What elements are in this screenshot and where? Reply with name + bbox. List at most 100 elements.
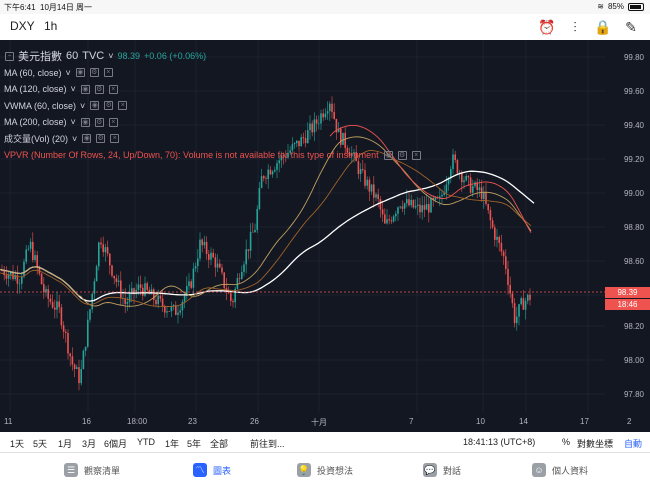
interval-button[interactable]: 1h — [44, 19, 57, 33]
symbol-button[interactable]: DXY — [10, 19, 35, 33]
goto-button[interactable]: 前往到... — [250, 437, 285, 450]
eye-icon[interactable]: ◉ — [90, 101, 100, 111]
settings-icon[interactable]: ⚙ — [94, 117, 104, 127]
tab-ideas[interactable]: 💡 投資想法 — [297, 463, 353, 477]
candle-body — [139, 284, 142, 288]
range-5d[interactable]: 5天 — [33, 437, 47, 450]
log-toggle[interactable]: 對數坐標 — [577, 437, 613, 450]
candle-body — [106, 247, 109, 254]
indicator-row[interactable]: MA (200, close) ˅ ◉ ⚙ × — [4, 114, 421, 131]
candle-body — [115, 278, 118, 282]
chart-area[interactable]: − 美元指數 60 TVC ˅ 98.39 +0.06 (+0.06%) MA … — [0, 40, 650, 432]
range-1y[interactable]: 1年 — [165, 437, 179, 450]
indicator-row[interactable]: 成交量(Vol) (20) ˅ ◉ ⚙ × — [4, 131, 421, 148]
candle-body — [260, 176, 263, 189]
indicator-row[interactable]: VWMA (60, close) ˅ ◉ ⚙ × — [4, 98, 421, 115]
chevron-down-icon[interactable]: ˅ — [80, 101, 85, 111]
vpvr-row[interactable]: VPVR (Number Of Rows, 24, Up/Down, 70): … — [4, 147, 421, 164]
settings-icon[interactable]: ⚙ — [94, 84, 104, 94]
time-tick: 11 — [4, 417, 13, 426]
tab-chats[interactable]: 💬 對話 — [423, 463, 461, 477]
indicator-label: MA (60, close) — [4, 67, 62, 78]
range-1d[interactable]: 1天 — [10, 437, 24, 450]
auto-toggle[interactable]: 自動 — [624, 437, 642, 450]
indicator-label: 成交量(Vol) (20) — [4, 134, 69, 145]
lock-icon[interactable]: 🔒 — [594, 18, 612, 36]
candle-body — [67, 333, 69, 354]
candle-body — [425, 204, 428, 210]
percent-toggle[interactable]: % — [562, 437, 570, 447]
settings-icon[interactable]: ⚙ — [89, 68, 99, 78]
eye-icon[interactable]: ◉ — [80, 117, 90, 127]
indicators-icon[interactable]: ⫶ — [566, 18, 584, 36]
candle-body — [208, 253, 210, 260]
candle-body — [230, 293, 232, 302]
eye-icon[interactable]: ◉ — [82, 134, 92, 144]
range-3m[interactable]: 3月 — [82, 437, 96, 450]
close-icon[interactable]: × — [118, 101, 128, 111]
candle-body — [254, 229, 256, 233]
chevron-down-icon[interactable]: ˅ — [66, 68, 71, 78]
range-1m[interactable]: 1月 — [58, 437, 72, 450]
time-tick: 16 — [82, 417, 91, 426]
close-icon[interactable]: × — [110, 134, 120, 144]
candle-body — [364, 170, 366, 186]
legend-source: TVC — [82, 50, 105, 63]
close-icon[interactable]: × — [103, 68, 113, 78]
eye-icon[interactable]: ◉ — [383, 150, 393, 160]
chart-icon: 〽 — [193, 463, 207, 477]
settings-icon[interactable]: ⚙ — [96, 134, 106, 144]
candle-body — [54, 307, 56, 310]
time-tick: 2 — [627, 417, 632, 426]
candle-body — [120, 280, 122, 299]
drawing-icon[interactable]: ✎ — [622, 18, 640, 36]
tab-profile[interactable]: ☺ 個人資料 — [532, 463, 588, 477]
collapse-icon[interactable]: − — [5, 51, 14, 61]
price-tick: 99.60 — [623, 87, 644, 96]
close-icon[interactable]: × — [411, 150, 421, 160]
candle-body — [414, 206, 417, 208]
candle-body — [197, 258, 199, 267]
chevron-down-icon[interactable]: ˅ — [71, 117, 76, 127]
range-all[interactable]: 全部 — [210, 437, 228, 450]
range-5y[interactable]: 5年 — [187, 437, 201, 450]
candle-body — [175, 305, 177, 315]
bottom-tab-bar: ☰ 觀察清單 〽圖表 💡 投資想法 💬 對話 ☺ 個人資料 — [0, 453, 650, 487]
candle-body — [47, 289, 49, 299]
candle-body — [441, 194, 443, 197]
settings-icon[interactable]: ⚙ — [104, 101, 114, 111]
time-axis[interactable]: 11 16 18:00 23 26 十月 7 10 14 17 2 — [0, 412, 631, 432]
candle-body — [245, 249, 247, 265]
chevron-down-icon[interactable]: ˅ — [71, 84, 76, 94]
chevron-down-icon[interactable]: ˅ — [72, 134, 77, 144]
eye-icon[interactable]: ◉ — [80, 84, 90, 94]
candle-body — [524, 300, 527, 310]
indicator-row[interactable]: MA (60, close) ˅ ◉ ⚙ × — [4, 65, 421, 82]
price-tick: 98.80 — [623, 223, 644, 232]
candle-body — [80, 369, 82, 384]
candle-body — [412, 199, 415, 208]
candle-body — [113, 275, 115, 279]
candle-body — [388, 219, 390, 221]
tab-watchlist[interactable]: ☰ 觀察清單 — [64, 463, 120, 477]
candle-body — [29, 241, 32, 249]
range-ytd[interactable]: YTD — [137, 437, 155, 447]
indicator-row[interactable]: MA (120, close) ˅ ◉ ⚙ × — [4, 81, 421, 98]
chevron-down-icon[interactable]: ˅ — [108, 51, 113, 61]
price-axis[interactable]: 99.80 99.60 99.40 99.20 99.00 98.80 98.6… — [605, 40, 650, 412]
candle-body — [500, 242, 503, 252]
close-icon[interactable]: × — [108, 84, 118, 94]
eye-icon[interactable]: ◉ — [75, 68, 85, 78]
close-icon[interactable]: × — [108, 117, 118, 127]
candle-body — [210, 252, 212, 260]
alarm-icon[interactable]: ⏰ — [538, 18, 556, 36]
settings-icon[interactable]: ⚙ — [397, 150, 407, 160]
range-6m[interactable]: 6個月 — [104, 437, 127, 450]
candle-body — [465, 175, 467, 181]
candle-body — [249, 231, 252, 251]
tab-chart[interactable]: 〽圖表 — [193, 463, 231, 477]
candle-body — [100, 242, 102, 245]
candle-body — [40, 273, 43, 285]
last-price-tag: 98.39 — [605, 287, 650, 298]
candle-body — [142, 287, 144, 296]
